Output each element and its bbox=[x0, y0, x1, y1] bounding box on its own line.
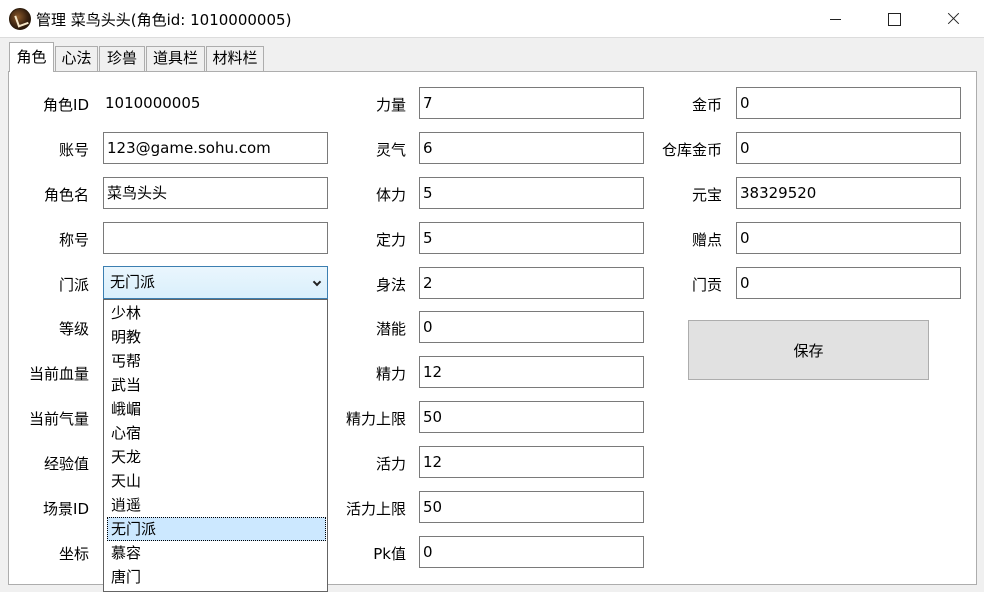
sect-option[interactable]: 心宿 bbox=[107, 421, 326, 445]
gold-field[interactable]: 0 bbox=[736, 87, 961, 119]
spi-label: 灵气 bbox=[375, 141, 406, 159]
sect-option[interactable]: 明教 bbox=[107, 325, 326, 349]
chevron-down-icon bbox=[312, 277, 322, 287]
sect-option-selected[interactable]: 无门派 bbox=[107, 517, 326, 541]
hp-label: 当前血量 bbox=[28, 365, 89, 383]
energy-field[interactable]: 12 bbox=[419, 356, 644, 388]
spi-field[interactable]: 6 bbox=[419, 132, 644, 164]
pot-field[interactable]: 0 bbox=[419, 311, 644, 343]
account-field[interactable]: 123@game.sohu.com bbox=[103, 132, 328, 164]
int-field[interactable]: 5 bbox=[419, 222, 644, 254]
sect-option[interactable]: 逍遥 bbox=[107, 493, 326, 517]
sect-select[interactable]: 无门派 bbox=[103, 266, 328, 299]
sect-option[interactable]: 少林 bbox=[107, 301, 326, 325]
contribution-field[interactable]: 0 bbox=[736, 267, 961, 299]
pot-label: 潜能 bbox=[375, 320, 406, 338]
int-label: 定力 bbox=[375, 231, 406, 249]
pk-label: Pk值 bbox=[373, 545, 406, 563]
title-label: 称号 bbox=[58, 231, 89, 249]
sect-option[interactable]: 丐帮 bbox=[107, 349, 326, 373]
sect-option[interactable]: 唐门 bbox=[107, 565, 326, 589]
sect-option[interactable]: 天龙 bbox=[107, 445, 326, 469]
save-button[interactable]: 保存 bbox=[688, 320, 929, 380]
sect-select-value: 无门派 bbox=[110, 273, 156, 291]
energy-max-label: 精力上限 bbox=[345, 410, 406, 428]
sect-option[interactable]: 峨嵋 bbox=[107, 397, 326, 421]
yuanbao-label: 元宝 bbox=[691, 186, 722, 204]
role-name-field[interactable]: 菜鸟头头 bbox=[103, 177, 328, 209]
sect-option[interactable]: 天山 bbox=[107, 469, 326, 493]
bank-gold-field[interactable]: 0 bbox=[736, 132, 961, 164]
energy-max-field[interactable]: 50 bbox=[419, 401, 644, 433]
sect-dropdown-list: 少林 明教 丐帮 武当 峨嵋 心宿 天龙 天山 逍遥 无门派 慕容 唐门 bbox=[103, 299, 328, 592]
vigor-label: 活力 bbox=[375, 455, 406, 473]
role-id-label: 角色ID bbox=[43, 96, 89, 114]
vigor-max-field[interactable]: 50 bbox=[419, 491, 644, 523]
account-label: 账号 bbox=[58, 141, 89, 159]
scene-id-label: 场景ID bbox=[43, 500, 89, 518]
pk-field[interactable]: 0 bbox=[419, 536, 644, 568]
dex-field[interactable]: 2 bbox=[419, 267, 644, 299]
dex-label: 身法 bbox=[375, 276, 406, 294]
coord-label: 坐标 bbox=[58, 545, 89, 563]
str-field[interactable]: 7 bbox=[419, 87, 644, 119]
sect-option[interactable]: 慕容 bbox=[107, 541, 326, 565]
role-name-label: 角色名 bbox=[43, 186, 89, 204]
sect-label: 门派 bbox=[58, 276, 89, 294]
mp-label: 当前气量 bbox=[28, 410, 89, 428]
con-field[interactable]: 5 bbox=[419, 177, 644, 209]
gold-label: 金币 bbox=[691, 96, 722, 114]
vigor-field[interactable]: 12 bbox=[419, 446, 644, 478]
sect-option[interactable]: 武当 bbox=[107, 373, 326, 397]
bank-gold-label: 仓库金币 bbox=[661, 141, 722, 159]
level-label: 等级 bbox=[58, 320, 89, 338]
gift-points-field[interactable]: 0 bbox=[736, 222, 961, 254]
contribution-label: 门贡 bbox=[691, 276, 722, 294]
energy-label: 精力 bbox=[375, 365, 406, 383]
con-label: 体力 bbox=[375, 186, 406, 204]
str-label: 力量 bbox=[375, 96, 406, 114]
title-field[interactable] bbox=[103, 222, 328, 254]
role-id-value: 1010000005 bbox=[105, 94, 201, 112]
exp-label: 经验值 bbox=[43, 455, 89, 473]
vigor-max-label: 活力上限 bbox=[345, 500, 406, 518]
yuanbao-field[interactable]: 38329520 bbox=[736, 177, 961, 209]
gift-points-label: 赠点 bbox=[691, 231, 722, 249]
